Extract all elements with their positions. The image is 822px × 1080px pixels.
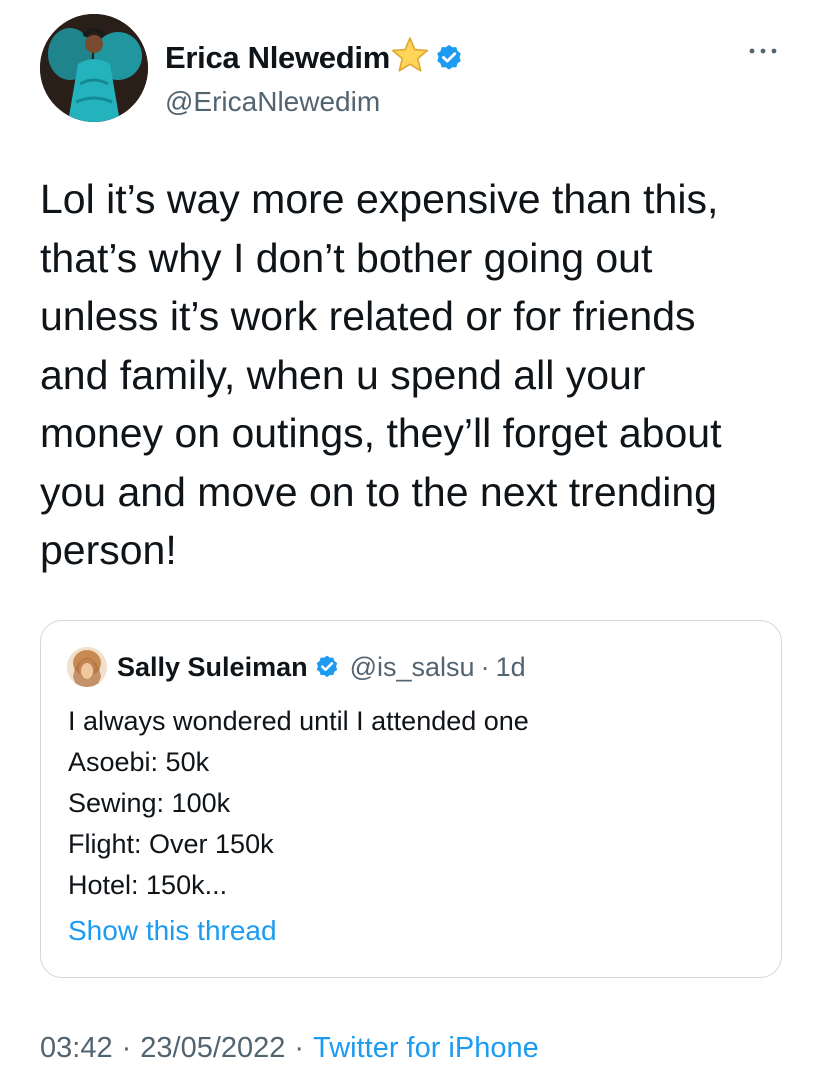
more-options-icon[interactable] (748, 44, 778, 58)
quoted-tweet-header: Sally Suleiman @is_salsu · 1d (67, 647, 526, 687)
avatar-image (40, 14, 148, 122)
verified-badge-icon (316, 655, 337, 678)
tweet-source-link[interactable]: Twitter for iPhone (313, 1032, 539, 1065)
tweet-page: Erica Nlewedim @EricaNlewedim Lol it’s w… (0, 0, 822, 1080)
author-handle[interactable]: @EricaNlewedim (165, 86, 380, 118)
quoted-author-handle[interactable]: @is_salsu (350, 652, 475, 683)
tweet-text: Lol it’s way more expensive than this, t… (40, 176, 722, 573)
footer-separator: · (121, 1031, 132, 1064)
tweet-date[interactable]: 23/05/2022 (140, 1032, 285, 1065)
tweet-header: Erica Nlewedim @EricaNlewedim (40, 14, 782, 126)
verified-badge-icon (437, 44, 461, 70)
quoted-author-display-name[interactable]: Sally Suleiman (117, 652, 308, 683)
quoted-tweet-text: I always wondered until I attended one A… (68, 706, 529, 900)
show-thread-link[interactable]: Show this thread (68, 915, 277, 947)
quoted-tweet-card[interactable]: Sally Suleiman @is_salsu · 1d I always w… (40, 620, 782, 978)
author-display-name[interactable]: Erica Nlewedim (165, 40, 390, 76)
quoted-timestamp[interactable]: 1d (496, 652, 526, 683)
quoted-avatar-image (67, 647, 107, 687)
tweet-footer: 03:42 · 23/05/2022 · Twitter for iPhone (40, 1028, 539, 1068)
footer-separator: · (294, 1031, 305, 1064)
quoted-separator: · (480, 651, 490, 682)
quoted-author-avatar[interactable] (67, 647, 107, 687)
author-name-row: Erica Nlewedim (165, 36, 464, 80)
star-icon (391, 37, 429, 72)
tweet-time[interactable]: 03:42 (40, 1032, 113, 1065)
author-avatar[interactable] (40, 14, 148, 122)
